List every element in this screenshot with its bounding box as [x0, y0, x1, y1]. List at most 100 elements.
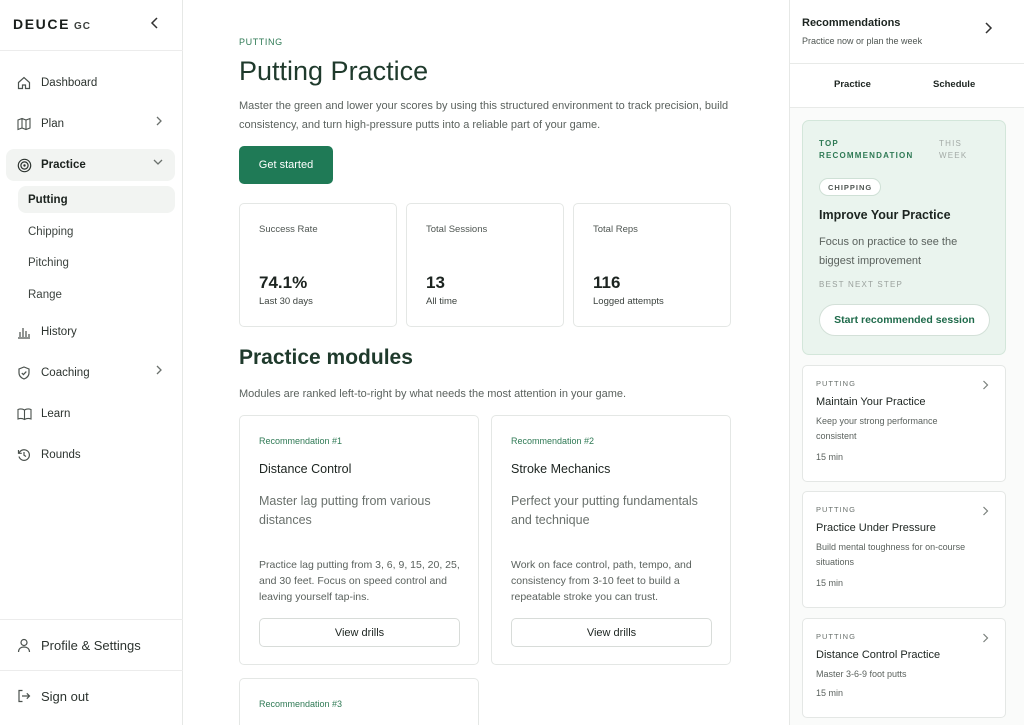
page-eyebrow: PUTTING	[239, 37, 283, 47]
map-icon	[16, 116, 32, 132]
stat-value: 13	[426, 273, 445, 292]
recommendation-card[interactable]: PUTTING Practice Under Pressure Build me…	[802, 491, 1006, 608]
sidebar-subitem-pitching[interactable]: Pitching	[18, 249, 175, 276]
recommendation-duration: 15 min	[816, 578, 844, 588]
sidebar-item-label: History	[41, 326, 77, 338]
recommendation-card[interactable]: PUTTING Distance Control Practice Master…	[802, 618, 1006, 718]
recommendation-category: PUTTING	[816, 505, 856, 514]
best-next-step-label: BEST NEXT STEP	[819, 280, 904, 289]
sidebar-item-history[interactable]: History	[6, 316, 175, 348]
main-content: PUTTING Putting Practice Master the gree…	[184, 0, 789, 725]
chevron-down-icon	[153, 157, 163, 169]
top-recommendation-description: Focus on practice to see the biggest imp…	[819, 236, 958, 267]
module-description: Practice lag putting from 3, 6, 9, 15, 2…	[259, 559, 460, 603]
module-description: Work on face control, path, tempo, and c…	[511, 559, 692, 603]
sidebar-item-coaching[interactable]: Coaching	[6, 357, 175, 389]
sidebar-subitem-chipping[interactable]: Chipping	[18, 218, 175, 245]
sign-out-button[interactable]: Sign out	[6, 680, 175, 712]
stat-card-total-reps: Total Reps 116 Logged attempts	[573, 203, 731, 327]
sidebar: DEUCE GC Dashboard Plan Practice Putting…	[0, 0, 183, 725]
chevron-left-icon	[150, 17, 158, 29]
module-recommendation: Recommendation #3	[259, 699, 343, 709]
recommendation-card[interactable]: PUTTING Maintain Your Practice Keep your…	[802, 365, 1006, 482]
module-card-stroke-mechanics: Recommendation #2 Stroke Mechanics Perfe…	[491, 415, 731, 665]
bar-chart-icon	[16, 324, 32, 340]
divider	[0, 670, 183, 671]
module-title: Distance Control	[259, 462, 352, 476]
sidebar-subitem-label: Pitching	[28, 256, 69, 269]
sidebar-item-label: Plan	[41, 118, 65, 130]
this-week-label[interactable]: THIS WEEK	[939, 138, 989, 162]
shield-check-icon	[16, 365, 32, 381]
view-drills-button[interactable]: View drills	[511, 618, 712, 647]
sidebar-item-practice[interactable]: Practice	[6, 149, 175, 181]
recommendations-title: Recommendations	[802, 17, 901, 29]
stat-value: 116	[593, 273, 621, 292]
module-recommendation: Recommendation #1	[259, 436, 343, 446]
top-recommendation-title: Improve Your Practice	[819, 208, 951, 222]
stat-value: 74.1%	[259, 273, 308, 292]
sidebar-subitem-label: Putting	[28, 193, 68, 206]
sign-out-icon	[16, 688, 32, 704]
sidebar-item-rounds[interactable]: Rounds	[6, 439, 175, 471]
history-icon	[16, 447, 32, 463]
recommendation-title: Distance Control Practice	[816, 649, 941, 661]
sidebar-item-label: Learn	[41, 408, 71, 420]
chevron-right-icon	[982, 633, 989, 646]
modules-title: Practice modules	[239, 346, 413, 369]
recommendations-subtitle: Practice now or plan the week	[802, 36, 923, 46]
category-chip: CHIPPING	[819, 178, 882, 196]
divider	[0, 619, 183, 620]
sidebar-subitem-label: Chipping	[28, 225, 74, 238]
recommendation-category: PUTTING	[816, 632, 856, 641]
recommendation-description: Build mental toughness for on-course sit…	[816, 542, 966, 567]
chevron-right-icon	[155, 365, 163, 378]
user-icon	[16, 637, 32, 653]
sidebar-subitem-label: Range	[28, 288, 62, 301]
stat-label: Success Rate	[259, 224, 318, 235]
stat-card-total-sessions: Total Sessions 13 All time	[406, 203, 564, 327]
view-drills-button[interactable]: View drills	[259, 618, 460, 647]
profile-settings-label: Profile & Settings	[41, 637, 141, 653]
stat-card-success-rate: Success Rate 74.1% Last 30 days	[239, 203, 397, 327]
module-card-recommendation-3: Recommendation #3	[239, 678, 479, 725]
stat-note: Logged attempts	[593, 296, 664, 307]
stat-label: Total Sessions	[426, 224, 488, 235]
brand-logo[interactable]: DEUCE GC	[13, 16, 91, 32]
tab-practice[interactable]: Practice	[834, 79, 871, 90]
stat-note: Last 30 days	[259, 296, 313, 307]
recommendations-header: Recommendations Practice now or plan the…	[790, 0, 1024, 64]
profile-settings-link[interactable]: Profile & Settings	[6, 629, 175, 661]
recommendation-duration: 15 min	[816, 452, 844, 462]
page-title: Putting Practice	[239, 56, 429, 86]
chevron-right-icon	[982, 380, 989, 393]
book-open-icon	[16, 406, 32, 422]
get-started-button[interactable]: Get started	[239, 146, 333, 184]
brand-suffix: GC	[74, 21, 92, 32]
collapse-sidebar-button[interactable]	[147, 14, 163, 34]
sidebar-item-learn[interactable]: Learn	[6, 398, 175, 430]
sidebar-item-dashboard[interactable]: Dashboard	[6, 67, 175, 99]
recommendation-category: PUTTING	[816, 379, 856, 388]
chevron-right-icon	[982, 506, 989, 519]
divider	[0, 50, 183, 51]
expand-panel-button[interactable]	[984, 22, 993, 37]
sidebar-subitem-putting[interactable]: Putting	[18, 186, 175, 213]
module-recommendation: Recommendation #2	[511, 436, 595, 446]
module-title: Stroke Mechanics	[511, 462, 611, 476]
sidebar-item-label: Practice	[41, 159, 86, 171]
recommendation-title: Practice Under Pressure	[816, 522, 936, 534]
sidebar-subitem-range[interactable]: Range	[18, 281, 175, 308]
stat-label: Total Reps	[593, 224, 638, 235]
module-subtitle: Master lag putting from various distance…	[259, 494, 431, 527]
target-icon	[16, 157, 32, 173]
brand-name: DEUCE	[13, 16, 71, 32]
sidebar-item-label: Dashboard	[41, 77, 98, 89]
sign-out-label: Sign out	[41, 688, 89, 704]
top-recommendation-label: TOP RECOMMENDATION	[819, 139, 914, 160]
start-recommended-session-button[interactable]: Start recommended session	[819, 304, 990, 336]
chevron-right-icon	[985, 22, 993, 34]
home-icon	[16, 75, 32, 91]
sidebar-item-plan[interactable]: Plan	[6, 108, 175, 140]
tab-schedule[interactable]: Schedule	[933, 79, 975, 90]
